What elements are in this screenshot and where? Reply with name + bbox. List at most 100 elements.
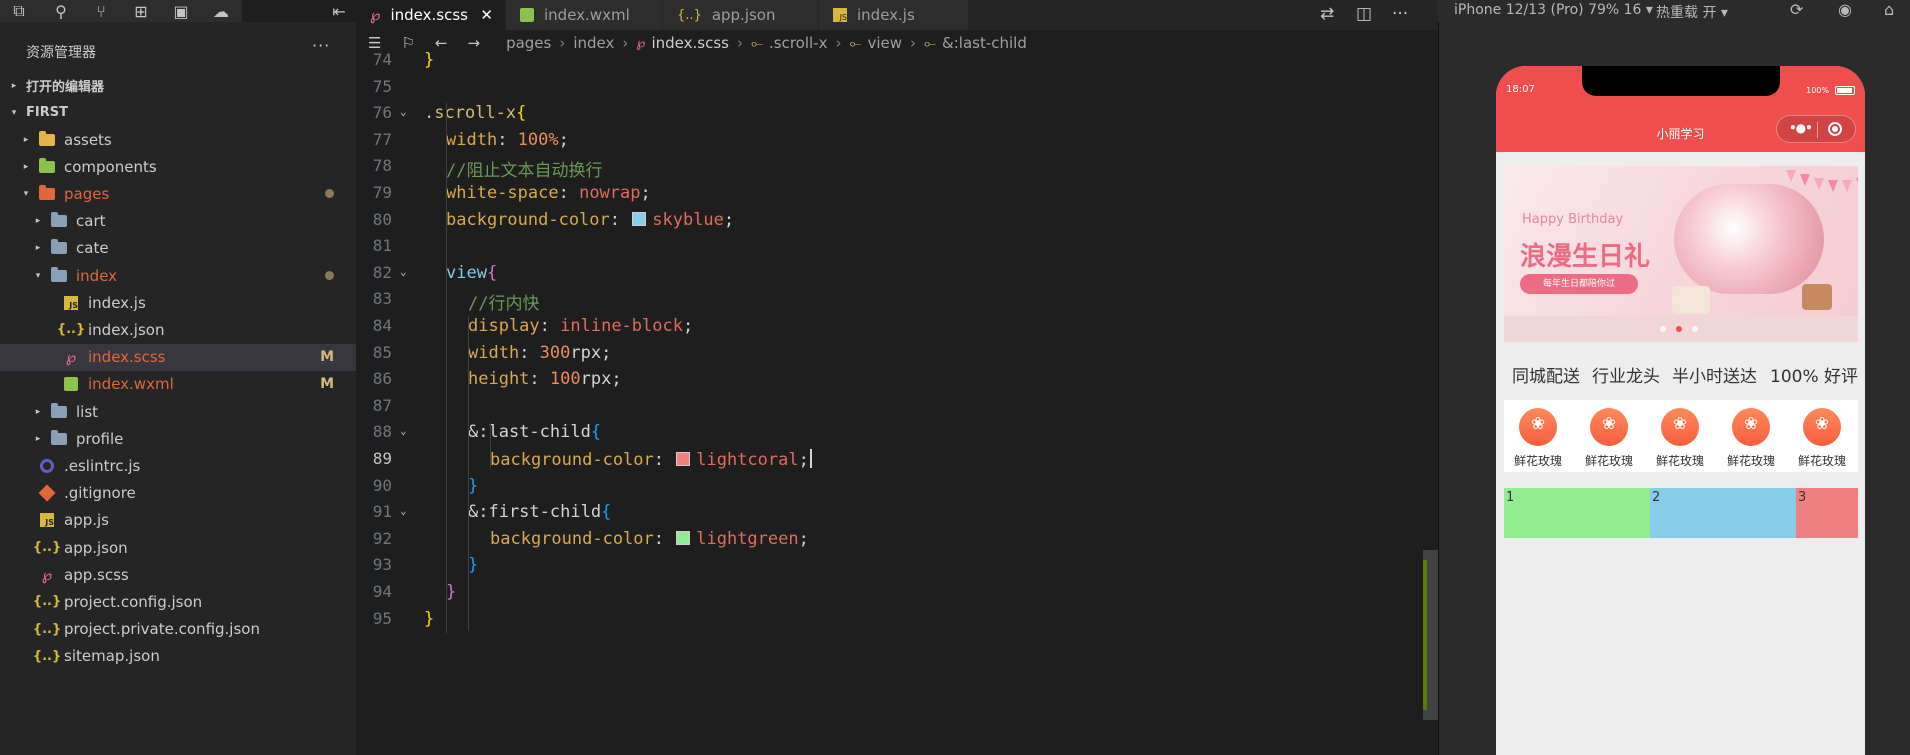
tab-index-wxml[interactable]: index.wxml	[506, 0, 663, 30]
category-item[interactable]: 鲜花玫瑰	[1792, 408, 1852, 469]
collapse-icon[interactable]: ⇤	[328, 0, 350, 22]
tree-item[interactable]: ℘ index.scss M	[0, 343, 356, 371]
search-icon[interactable]: ⚲	[50, 0, 72, 22]
tree-item[interactable]: {..} project.config.json	[0, 588, 356, 615]
wxml-file-icon	[62, 376, 80, 392]
home-icon[interactable]: ⌂	[1884, 0, 1894, 19]
tree-item[interactable]: ▸ cart	[0, 208, 356, 235]
swiper-dot[interactable]	[1660, 326, 1666, 332]
chevron-right-icon: ▸	[23, 134, 29, 145]
line-number: 79	[372, 183, 392, 202]
more-actions-icon[interactable]: ···	[312, 36, 330, 55]
capsule-menu[interactable]: •●•	[1776, 115, 1856, 143]
tree-item[interactable]: ℘ app.scss	[0, 561, 356, 588]
category-label: 鲜花玫瑰	[1513, 454, 1562, 468]
fold-chevron-icon[interactable]: ⌄	[400, 504, 407, 517]
close-icon[interactable]: ✕	[480, 6, 493, 24]
tree-item-label: cate	[76, 239, 109, 258]
more-dots-icon[interactable]: •●•	[1789, 121, 1813, 135]
breadcrumb-item[interactable]: .scroll-x	[769, 34, 827, 52]
folder-icon	[50, 239, 68, 256]
flower-bouquet-image	[1674, 184, 1824, 294]
breadcrumb-item[interactable]: &:last-child	[942, 34, 1027, 52]
fold-chevron-icon[interactable]: ⌄	[400, 265, 407, 278]
tab-index-js[interactable]: JS index.js	[819, 0, 969, 30]
scss-file-icon: ℘	[370, 6, 381, 24]
more-icon[interactable]: ···	[1392, 4, 1408, 24]
eslint-file-icon	[38, 458, 56, 474]
category-item[interactable]: 鲜花玫瑰	[1579, 408, 1639, 469]
line-number: 90	[372, 475, 392, 495]
status-time: 18:07	[1506, 84, 1535, 95]
fold-chevron-icon[interactable]: ⌄	[400, 105, 407, 118]
device-select[interactable]: iPhone 12/13 (Pro) 79% 16 ▾	[1454, 2, 1653, 18]
forward-icon[interactable]: →	[467, 34, 480, 52]
tree-item[interactable]: ▸ assets	[0, 126, 356, 153]
tab-app-json[interactable]: {..} app.json	[663, 0, 819, 30]
fold-chevron-icon[interactable]: ⌄	[400, 424, 407, 437]
bookmark-icon[interactable]: ⚐	[401, 34, 414, 52]
back-icon[interactable]: ←	[435, 34, 448, 52]
color-swatch[interactable]	[676, 530, 691, 545]
scroll-x-item: 1	[1504, 488, 1650, 538]
category-item[interactable]: 鲜花玫瑰	[1650, 408, 1710, 469]
phone-screen: 18:07 100% 小丽学习 •●• Happy Birthday 浪漫生日礼…	[1496, 66, 1865, 755]
breadcrumb-item[interactable]: index.scss	[651, 34, 729, 52]
tree-item[interactable]: {..} sitemap.json	[0, 643, 356, 670]
explorer-icon[interactable]: ⧉	[8, 0, 30, 22]
tree-item-label: assets	[64, 130, 112, 149]
slogan-item: 行业龙头	[1592, 367, 1660, 387]
source-control-icon[interactable]: ⑂	[90, 0, 112, 22]
breadcrumb-item[interactable]: index	[573, 34, 614, 52]
tab-index-scss[interactable]: ℘ index.scss ✕	[356, 0, 506, 30]
tree-item[interactable]: JS app.js	[0, 507, 356, 534]
tree-item-label: profile	[76, 429, 124, 448]
code-editor[interactable]: 74} 75 76 ⌄ .scroll-x{77 width: 100%; 78 //阻止文本…	[356, 50, 1438, 755]
tree-item[interactable]: {..} project.private.config.json	[0, 616, 356, 643]
close-app-icon[interactable]	[1828, 122, 1842, 136]
stop-icon[interactable]: ◉	[1838, 0, 1852, 19]
tab-label: index.scss	[390, 6, 468, 24]
project-section[interactable]: ▾ FIRST	[0, 99, 356, 126]
compare-icon[interactable]: ⇄	[1320, 4, 1334, 24]
tree-item[interactable]: ▸ components	[0, 153, 356, 180]
color-swatch[interactable]	[676, 452, 691, 466]
refresh-icon[interactable]: ⟳	[1790, 0, 1803, 19]
tree-item[interactable]: .eslintrc.js	[0, 452, 356, 479]
line-number: 95	[372, 608, 392, 628]
tree-item[interactable]: ▸ list	[0, 398, 356, 425]
category-item[interactable]: 鲜花玫瑰	[1508, 408, 1568, 469]
breadcrumb-item[interactable]: view	[867, 34, 902, 52]
tree-item[interactable]: index.wxml M	[0, 371, 356, 398]
js-file-icon: JS	[38, 512, 56, 528]
code-line: &:first-child{	[468, 502, 612, 523]
category-grid: 鲜花玫瑰 鲜花玫瑰 鲜花玫瑰 鲜花玫瑰 鲜花玫瑰	[1504, 400, 1858, 472]
tree-item[interactable]: {..} app.json	[0, 534, 356, 561]
color-swatch[interactable]	[632, 211, 647, 226]
code-line: width: 300rpx;	[468, 342, 612, 363]
hot-reload-toggle[interactable]: 热重载 开 ▾	[1656, 2, 1728, 22]
breadcrumb-item[interactable]: pages	[506, 34, 551, 52]
split-editor-icon[interactable]: ◫	[1356, 4, 1372, 24]
flower-icon	[1732, 408, 1770, 446]
tree-item[interactable]: ▾ pages	[0, 180, 356, 207]
tree-item[interactable]: {..} index.json	[0, 316, 356, 343]
tree-item[interactable]: JS index.js	[0, 289, 356, 316]
line-number: 89	[372, 449, 392, 468]
tree-item[interactable]: .gitignore	[0, 480, 356, 507]
breadcrumb: ☰ ⚐ ← → pages › index › ℘ index.scss › ⟜ .s…	[356, 30, 1438, 56]
tree-item[interactable]: ▾ index	[0, 262, 356, 289]
tree-item[interactable]: ▸ profile	[0, 425, 356, 452]
swiper-dot-active[interactable]	[1676, 326, 1682, 332]
open-editors-section[interactable]: ▸ 打开的编辑器	[0, 72, 356, 99]
swiper-dot[interactable]	[1692, 326, 1698, 332]
change-indicator	[1423, 560, 1427, 710]
modified-badge: M	[320, 376, 334, 393]
tree-item[interactable]: ▸ cate	[0, 235, 356, 262]
debug-icon[interactable]: ▣	[170, 0, 192, 22]
docker-icon[interactable]: ☁	[210, 0, 232, 22]
category-item[interactable]: 鲜花玫瑰	[1721, 408, 1781, 469]
scroll-x-container[interactable]: 1 2 3	[1504, 488, 1858, 538]
extensions-icon[interactable]: ⊞	[130, 0, 152, 22]
banner-swiper[interactable]: Happy Birthday 浪漫生日礼 每年生日都陪你过	[1504, 166, 1858, 342]
